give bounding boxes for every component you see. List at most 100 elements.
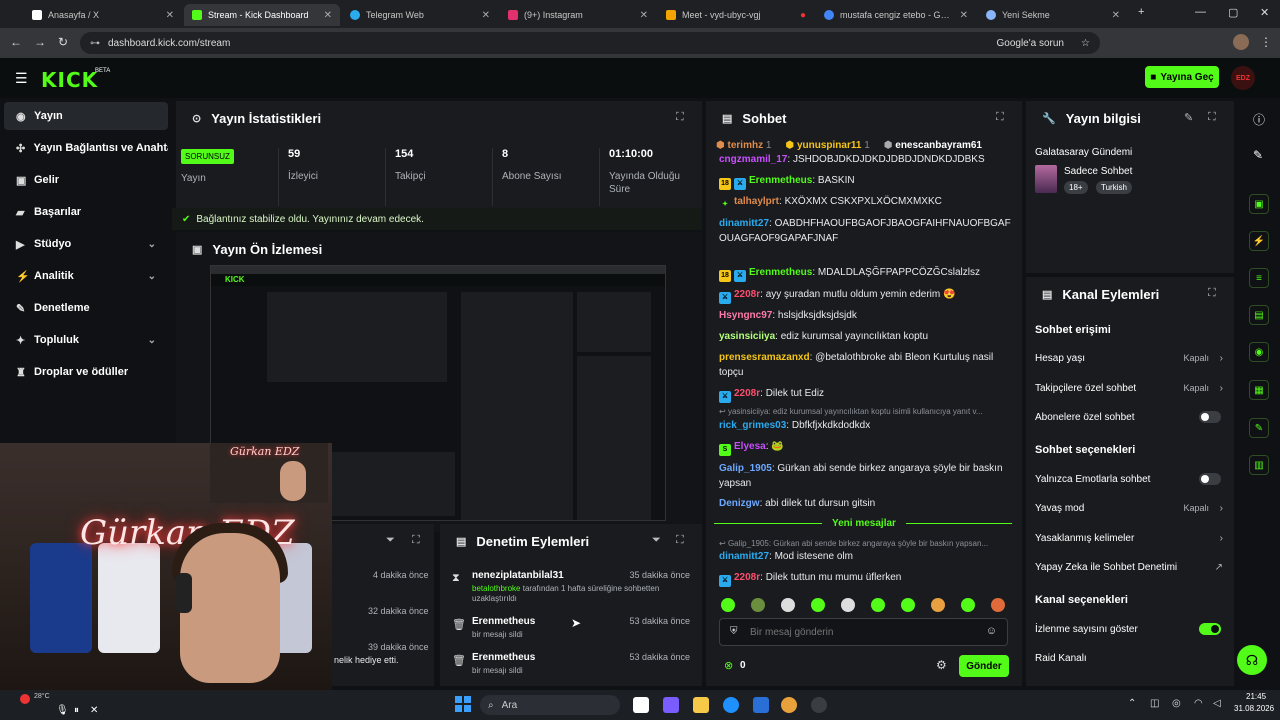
expand-icon[interactable]: ⛶ [412, 534, 420, 547]
back-icon[interactable]: ← [10, 35, 22, 49]
chat-settings-icon[interactable]: ⚙ [936, 658, 947, 672]
raid-channel-setting[interactable]: Raid Kanalı [1035, 650, 1225, 666]
close-tab-icon[interactable]: ✕ [640, 10, 648, 21]
followers-only-setting[interactable]: Takipçilere özel sohbet Kapalı › [1035, 380, 1225, 396]
google-lens-button[interactable]: Google'a sorun [996, 38, 1064, 49]
wifi-icon[interactable]: ◠ [1194, 698, 1203, 709]
close-icon[interactable]: ✕ [90, 705, 98, 716]
kick-logo[interactable]: KICK [41, 68, 98, 92]
sidebar-item-community[interactable]: ✦ Topluluk ⌄ [4, 326, 168, 354]
address-bar[interactable]: ⊶ dashboard.kick.com/stream Google'a sor… [80, 32, 1100, 54]
browser-tab[interactable]: Yeni Sekme ✕ [978, 4, 1128, 26]
filter-icon[interactable]: ⏷ [652, 534, 661, 547]
clock-date[interactable]: 31.08.2026 [1234, 704, 1274, 713]
emote-icon[interactable] [931, 598, 945, 612]
copilot-icon[interactable] [663, 697, 679, 713]
expand-icon[interactable]: ⛶ [1208, 287, 1216, 300]
emote-icon[interactable] [871, 598, 885, 612]
rail-lightning-icon[interactable]: ⚡ [1249, 231, 1269, 251]
chevron-up-icon[interactable]: ⌃ [1128, 698, 1136, 709]
sidebar-item-stream-key[interactable]: ✣ Yayın Bağlantısı ve Anahtar [4, 134, 168, 162]
account-age-setting[interactable]: Hesap yaşı Kapalı › [1035, 350, 1225, 366]
emote-icon[interactable] [841, 598, 855, 612]
chat-input-box[interactable]: ⛨ ☺ [719, 618, 1008, 646]
emote-icon[interactable] [961, 598, 975, 612]
sidebar-item-achievements[interactable]: ▰ Başarılar [4, 198, 168, 226]
rail-list-icon[interactable]: ≡ [1249, 268, 1269, 288]
slow-mode-setting[interactable]: Yavaş mod Kapalı › [1035, 500, 1225, 516]
emote-icon[interactable] [721, 598, 735, 612]
rail-chat-icon[interactable]: ▤ [1249, 305, 1269, 325]
rail-stats-icon[interactable]: ▣ [1249, 194, 1269, 214]
rail-wrench-icon[interactable]: ✎ [1249, 418, 1269, 438]
browser-tab[interactable]: Anasayfa / X ✕ [24, 4, 182, 26]
subs-only-toggle[interactable] [1199, 411, 1221, 423]
edit-icon[interactable]: ✎ [1184, 111, 1193, 124]
clock-time[interactable]: 21:45 [1246, 692, 1266, 701]
sidebar-item-stream[interactable]: ◉ Yayın [4, 102, 168, 130]
emote-icon[interactable] [781, 598, 795, 612]
close-tab-icon[interactable]: ✕ [960, 10, 968, 21]
app-icon[interactable] [811, 697, 827, 713]
file-explorer-icon[interactable] [693, 697, 709, 713]
tag-chip[interactable]: 18+ [1064, 181, 1088, 194]
minimize-icon[interactable]: — [1195, 6, 1206, 18]
category-name[interactable]: Sadece Sohbet [1064, 166, 1132, 177]
edit-layout-icon[interactable]: ✎ [1253, 148, 1263, 162]
emote-icon[interactable] [751, 598, 765, 612]
taskbar-search[interactable]: ⌕ Ara [480, 695, 620, 715]
support-headset-icon[interactable]: ☊ [1237, 645, 1267, 675]
mic-icon[interactable]: 🎙 [56, 705, 69, 716]
new-messages-label[interactable]: Yeni mesajlar [822, 518, 906, 529]
close-tab-icon[interactable]: ✕ [1112, 10, 1120, 21]
emote-icon[interactable] [811, 598, 825, 612]
emotes-only-toggle[interactable] [1199, 473, 1221, 485]
windows-start-icon[interactable] [455, 696, 471, 712]
tag-chip[interactable]: Turkish [1096, 181, 1132, 194]
maximize-icon[interactable]: ▢ [1228, 6, 1238, 19]
expand-icon[interactable]: ⛶ [676, 111, 684, 124]
expand-icon[interactable]: ⛶ [996, 111, 1004, 124]
browser-tab[interactable]: mustafa cengiz etebo - Google ✕ [816, 4, 976, 26]
sidebar-item-analytics[interactable]: ⚡ Analitik ⌄ [4, 262, 168, 290]
send-button[interactable]: Gönder [959, 655, 1009, 677]
category-thumbnail[interactable] [1035, 165, 1057, 193]
ai-moderation-setting[interactable]: Yapay Zeka ile Sohbet Denetimi ↗ [1035, 559, 1225, 575]
hamburger-menu-icon[interactable]: ☰ [15, 70, 28, 87]
user-avatar[interactable]: EDZ [1231, 66, 1255, 90]
close-tab-icon[interactable]: ✕ [166, 10, 174, 21]
browser-tab[interactable]: (9+) Instagram ✕ [500, 4, 656, 26]
reply-preview[interactable]: ↩ yasinsiciiya: ediz kurumsal yayıncılık… [719, 407, 1009, 416]
go-live-button[interactable]: ■ Yayına Geç [1145, 66, 1219, 88]
sidebar-item-drops[interactable]: ♜ Droplar ve ödüller [4, 358, 168, 386]
reply-preview[interactable]: ↩ Galip_1905: Gürkan abi sende birkez an… [719, 539, 1009, 548]
expand-icon[interactable]: ⛶ [1208, 111, 1216, 124]
bookmark-star-icon[interactable]: ☆ [1081, 38, 1090, 49]
banned-words-setting[interactable]: Yasaklanmış kelimeler › [1035, 530, 1225, 546]
emote-icon[interactable] [901, 598, 915, 612]
close-tab-icon[interactable]: ✕ [482, 10, 490, 21]
browser-tab[interactable]: Meet - vyd-ubyc-vgj ● [658, 4, 814, 26]
store-icon[interactable] [753, 697, 769, 713]
audit-row[interactable]: ⧗ neneziplatanbilal31 35 dakika önce bet… [450, 568, 698, 604]
audit-row[interactable]: 🗑 Erenmetheus 53 dakika önce bir mesajı … [450, 650, 698, 686]
site-info-icon[interactable]: ⊶ [90, 38, 100, 49]
rail-record-icon[interactable]: ◉ [1249, 342, 1269, 362]
close-tab-icon[interactable]: ✕ [324, 10, 332, 21]
forward-icon[interactable]: → [34, 35, 46, 49]
moderator-link[interactable]: betalothbroke [472, 584, 520, 593]
pause-icon[interactable]: ⏸ [74, 705, 79, 716]
emote-icon[interactable] [991, 598, 1005, 612]
task-view-icon[interactable] [633, 697, 649, 713]
reload-icon[interactable]: ↻ [58, 35, 68, 49]
rail-calendar-icon[interactable]: ▦ [1249, 380, 1269, 400]
tray-icon[interactable]: ◎ [1172, 698, 1181, 709]
close-window-icon[interactable]: ✕ [1260, 6, 1269, 19]
sidebar-item-moderation[interactable]: ✎ Denetleme [4, 294, 168, 322]
chat-input[interactable] [750, 624, 970, 640]
volume-icon[interactable]: ◁ [1213, 698, 1221, 709]
profile-avatar[interactable] [1233, 34, 1249, 50]
sidebar-item-studio[interactable]: ▶ Stüdyo ⌄ [4, 230, 168, 258]
expand-icon[interactable]: ⛶ [676, 534, 684, 547]
filter-icon[interactable]: ⏷ [386, 534, 395, 547]
